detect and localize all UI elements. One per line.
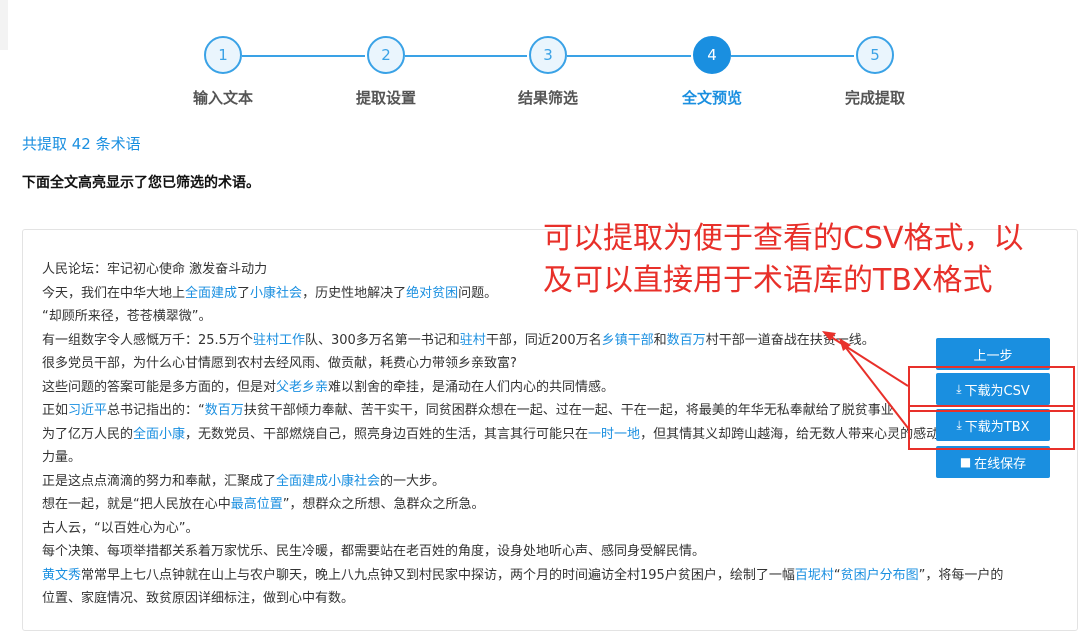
annotation-note: 可以提取为便于查看的CSV格式，以 及可以直接用于术语库的TBX格式 (543, 218, 1024, 302)
arrow-line-tbx (842, 343, 909, 429)
arrow-line-csv (827, 334, 909, 387)
annotation-line-2: 及可以直接用于术语库的TBX格式 (543, 263, 993, 298)
annotation-line-1: 可以提取为便于查看的CSV格式，以 (543, 221, 1024, 256)
annotation-arrows (822, 331, 909, 429)
